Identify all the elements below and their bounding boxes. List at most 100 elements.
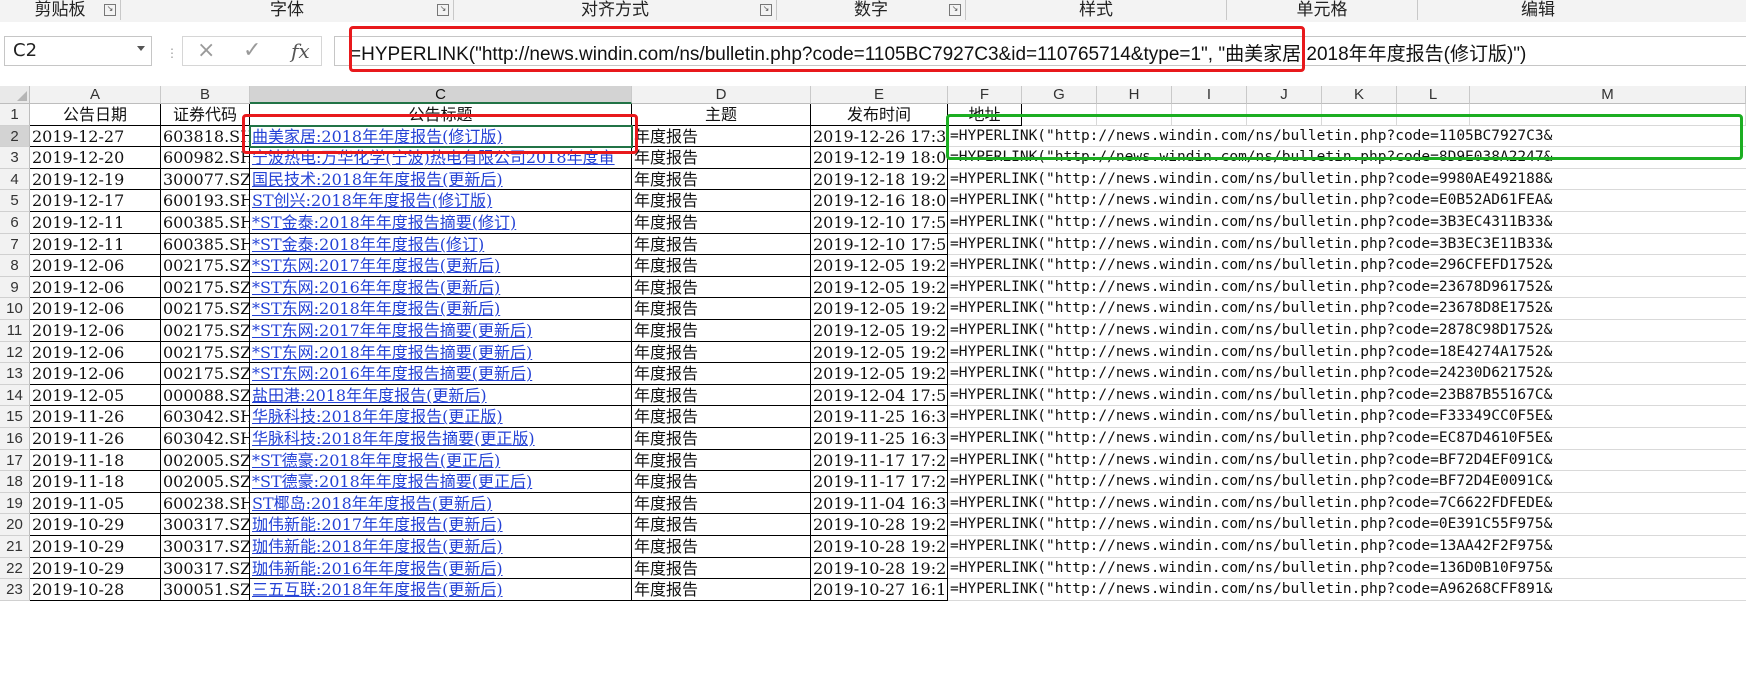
cell-stock-code[interactable]: 002175.SZ [161,276,250,299]
column-header-d[interactable]: D [632,86,811,104]
cell-address-formula[interactable]: =HYPERLINK("http://news.windin.com/ns/bu… [948,255,1746,277]
cell-title-link[interactable]: *ST金泰:2018年年度报告摘要(修订) [250,212,632,234]
row-header-12[interactable]: 12 [0,341,30,364]
cell-title-link[interactable]: ST创兴:2018年年度报告(修订版) [250,190,632,212]
row-header-13[interactable]: 13 [0,363,30,385]
cell-topic[interactable]: 年度报告 [632,384,811,407]
insert-function-icon[interactable]: fx [291,39,310,63]
cell-publish-time[interactable]: 2019-11-25 16:3 [811,428,948,450]
cell-date[interactable]: 2019-11-26 [30,428,161,450]
cell-title-link[interactable]: 华脉科技:2018年年度报告(更正版) [250,406,632,428]
cell-title-link[interactable]: *ST东网:2017年年度报告(更新后) [250,255,632,277]
row-header-10[interactable]: 10 [0,298,30,320]
row-header-14[interactable]: 14 [0,384,30,407]
row-header-18[interactable]: 18 [0,471,30,493]
cell-topic[interactable]: 年度报告 [632,536,811,558]
column-header-j[interactable]: J [1247,86,1322,104]
column-header-i[interactable]: I [1172,86,1247,104]
column-title-e[interactable]: 发布时间 [811,104,948,126]
cell-stock-code[interactable]: 300317.SZ [161,557,250,580]
column-header-e[interactable]: E [811,86,948,104]
cell-title-link[interactable]: 国民技术:2018年年度报告(更新后) [250,168,632,191]
cell-stock-code[interactable]: 300317.SZ [161,536,250,558]
cell-stock-code[interactable]: 002005.SZ [161,471,250,493]
cell-stock-code[interactable]: 600385.SH [161,233,250,256]
cell-topic[interactable]: 年度报告 [632,147,811,169]
cell-title-link[interactable]: *ST东网:2016年年度报告摘要(更新后) [250,363,632,385]
cell-date[interactable]: 2019-12-05 [30,384,161,407]
cell-publish-time[interactable]: 2019-12-26 17:3 [811,125,948,148]
cell-stock-code[interactable]: 002175.SZ [161,341,250,364]
row-header-20[interactable]: 20 [0,514,30,536]
cell-date[interactable]: 2019-12-11 [30,233,161,256]
cell-address-formula[interactable]: =HYPERLINK("http://news.windin.com/ns/bu… [948,190,1746,212]
dialog-launcher-icon[interactable]: ↘ [104,4,116,16]
row-header-9[interactable]: 9 [0,276,30,299]
cell-date[interactable]: 2019-10-29 [30,514,161,536]
cell-title-link[interactable]: *ST东网:2018年年度报告摘要(更新后) [250,341,632,364]
cell-topic[interactable]: 年度报告 [632,212,811,234]
cell-date[interactable]: 2019-10-29 [30,557,161,580]
cell-title-link[interactable]: *ST东网:2017年年度报告摘要(更新后) [250,320,632,342]
cell-topic[interactable]: 年度报告 [632,471,811,493]
row-header-23[interactable]: 23 [0,579,30,601]
cell-stock-code[interactable]: 300077.SZ [161,168,250,191]
cell-publish-time[interactable]: 2019-12-05 19:2 [811,363,948,385]
column-header-g[interactable]: G [1022,86,1097,104]
cell-stock-code[interactable]: 603042.SH [161,406,250,428]
cell-date[interactable]: 2019-12-19 [30,168,161,191]
cell-date[interactable]: 2019-10-29 [30,536,161,558]
cell-topic[interactable]: 年度报告 [632,492,811,515]
cell-stock-code[interactable]: 002175.SZ [161,255,250,277]
cell-publish-time[interactable]: 2019-12-04 17:5 [811,384,948,407]
cell-date[interactable]: 2019-12-06 [30,255,161,277]
cell-address-formula[interactable]: =HYPERLINK("http://news.windin.com/ns/bu… [948,320,1746,342]
cell-address-formula[interactable]: =HYPERLINK("http://news.windin.com/ns/bu… [948,579,1746,601]
cell-topic[interactable]: 年度报告 [632,233,811,256]
cell-publish-time[interactable]: 2019-11-04 16:3 [811,492,948,515]
cell-publish-time[interactable]: 2019-12-10 17:5 [811,212,948,234]
row-header-17[interactable]: 17 [0,449,30,472]
cell-date[interactable]: 2019-11-26 [30,406,161,428]
cell-stock-code[interactable]: 300317.SZ [161,514,250,536]
cell-address-formula[interactable]: =HYPERLINK("http://news.windin.com/ns/bu… [948,234,1746,256]
cell-stock-code[interactable]: 600238.SH [161,492,250,515]
cell-publish-time[interactable]: 2019-12-16 18:0 [811,190,948,212]
row-header-6[interactable]: 6 [0,212,30,234]
cell-topic[interactable]: 年度报告 [632,406,811,428]
cell-stock-code[interactable]: 002175.SZ [161,363,250,385]
cell-address-formula[interactable]: =HYPERLINK("http://news.windin.com/ns/bu… [948,277,1746,299]
cell-topic[interactable]: 年度报告 [632,363,811,385]
cell-address-formula[interactable]: =HYPERLINK("http://news.windin.com/ns/bu… [948,342,1746,364]
cell-address-formula[interactable]: =HYPERLINK("http://news.windin.com/ns/bu… [948,169,1746,191]
cell-date[interactable]: 2019-12-06 [30,341,161,364]
column-header-l[interactable]: L [1397,86,1470,104]
dialog-launcher-icon[interactable]: ↘ [760,4,772,16]
cell-date[interactable]: 2019-11-18 [30,449,161,472]
row-header-15[interactable]: 15 [0,406,30,428]
cell-title-link[interactable]: 盐田港:2018年年度报告(更新后) [250,384,632,407]
cell-title-link[interactable]: ST椰岛:2018年年度报告(更新后) [250,492,632,515]
cell-publish-time[interactable]: 2019-11-17 17:2 [811,449,948,472]
row-header-2[interactable]: 2 [0,125,30,148]
cell-address-formula[interactable]: =HYPERLINK("http://news.windin.com/ns/bu… [948,471,1746,493]
cell-topic[interactable]: 年度报告 [632,168,811,191]
cell-date[interactable]: 2019-12-06 [30,363,161,385]
cell-stock-code[interactable]: 002005.SZ [161,449,250,472]
cell-topic[interactable]: 年度报告 [632,428,811,450]
cell-title-link[interactable]: 三五互联:2018年年度报告(更新后) [250,579,632,601]
cell-address-formula[interactable]: =HYPERLINK("http://news.windin.com/ns/bu… [948,406,1746,428]
cell-date[interactable]: 2019-12-06 [30,276,161,299]
row-header-1[interactable]: 1 [0,104,30,126]
cell-publish-time[interactable]: 2019-12-05 19:2 [811,276,948,299]
column-title-a[interactable]: 公告日期 [30,104,161,126]
cell-date[interactable]: 2019-10-28 [30,579,161,601]
cell-title-link[interactable]: *ST金泰:2018年年度报告(修订) [250,233,632,256]
cell-address-formula[interactable]: =HYPERLINK("http://news.windin.com/ns/bu… [948,385,1746,407]
formula-bar-grip-icon[interactable]: ⋮ [166,46,179,60]
cell-title-link[interactable]: *ST东网:2018年年度报告(更新后) [250,298,632,320]
cell-address-formula[interactable]: =HYPERLINK("http://news.windin.com/ns/bu… [948,493,1746,515]
row-header-8[interactable]: 8 [0,255,30,277]
cell-stock-code[interactable]: 600385.SH [161,212,250,234]
cell-stock-code[interactable]: 603818.SH [161,125,250,148]
